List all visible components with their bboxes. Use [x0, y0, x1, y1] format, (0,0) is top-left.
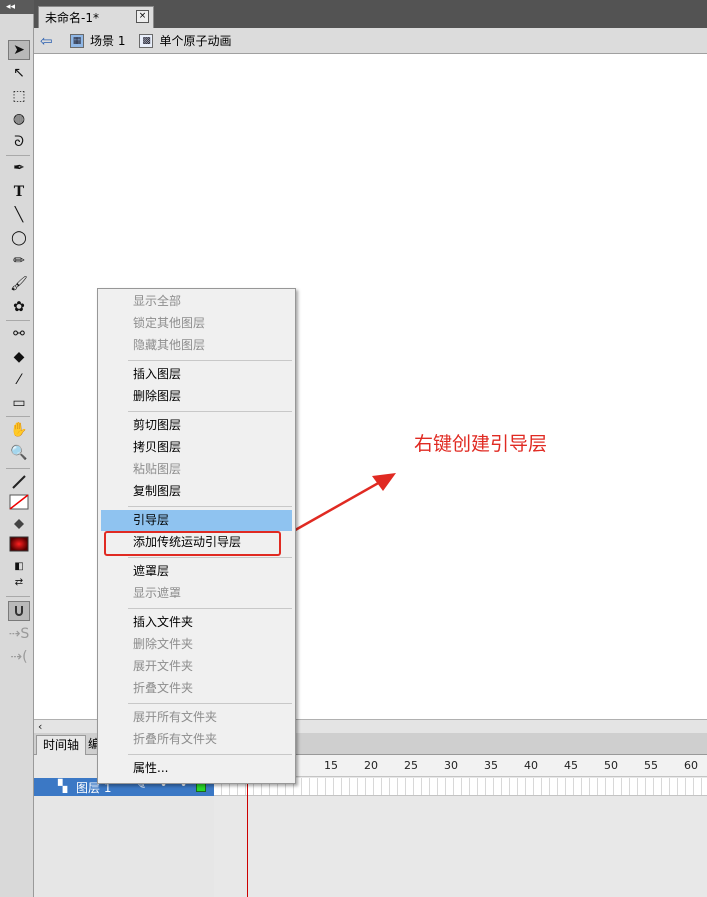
snap-magnet-icon[interactable]: [8, 601, 30, 621]
annotation-highlight-box: [104, 531, 281, 556]
ruler-tick: 45: [564, 759, 578, 772]
ruler-tick: 25: [404, 759, 418, 772]
ruler-tick: 30: [444, 759, 458, 772]
pencil-tool-icon[interactable]: ✏: [8, 251, 30, 271]
panel-collapse-grip[interactable]: ◂◂: [0, 0, 34, 14]
menu-item-show-masking[interactable]: 显示遮罩: [101, 583, 292, 604]
free-transform-tool-icon[interactable]: ⬚: [8, 86, 30, 106]
menu-separator: [128, 411, 292, 412]
pen-tool-icon[interactable]: ✒: [8, 158, 30, 178]
menu-item-insert-folder[interactable]: 插入文件夹: [101, 612, 292, 633]
3d-rotation-tool-icon[interactable]: ◍: [8, 109, 30, 129]
menu-separator: [128, 506, 292, 507]
symbol-label: 单个原子动画: [159, 34, 232, 48]
toolbar-divider: [6, 320, 30, 321]
eraser-tool-icon[interactable]: ▭: [8, 393, 30, 413]
menu-item-expand-folder[interactable]: 展开文件夹: [101, 656, 292, 677]
subselection-tool-icon[interactable]: ↖: [8, 63, 30, 83]
menu-item-duplicate-layer[interactable]: 复制图层: [101, 481, 292, 502]
menu-item-collapse-all-folders[interactable]: 折叠所有文件夹: [101, 729, 292, 750]
menu-item-properties[interactable]: 属性...: [101, 758, 292, 779]
toolbar-divider: [6, 155, 30, 156]
stroke-color-icon[interactable]: [8, 472, 30, 492]
smooth-icon: ⇢S: [8, 626, 30, 642]
no-color-swatch-icon: [9, 494, 29, 510]
ruler-tick: 55: [644, 759, 658, 772]
magnet-icon: [15, 606, 23, 616]
red-gradient-swatch-icon: [9, 536, 29, 552]
document-tab[interactable]: 未命名-1* ×: [38, 6, 154, 28]
ruler-tick: 20: [364, 759, 378, 772]
back-arrow-icon[interactable]: ⇦: [40, 32, 60, 50]
zoom-tool-icon[interactable]: 🔍: [8, 443, 30, 463]
menu-separator: [128, 703, 292, 704]
fill-bucket-icon: [14, 519, 24, 529]
ruler-tick: 15: [324, 759, 338, 772]
breadcrumb-scene[interactable]: ▦ 场景 1: [70, 32, 125, 49]
swap-colors-icon[interactable]: ⇄: [8, 572, 30, 592]
menu-item-cut-layer[interactable]: 剪切图层: [101, 415, 292, 436]
toolbar-divider: [6, 416, 30, 417]
ruler-tick: 40: [524, 759, 538, 772]
scroll-left-icon[interactable]: ‹: [38, 720, 42, 733]
document-tab-title: 未命名-1*: [45, 11, 99, 25]
menu-item-hide-others[interactable]: 隐藏其他图层: [101, 335, 292, 356]
bone-tool-icon[interactable]: ⚯: [8, 324, 30, 344]
paint-bucket-tool-icon[interactable]: ◆: [8, 347, 30, 367]
document-tab-bar: 未命名-1* ×: [34, 0, 707, 28]
ruler-tick: 60: [684, 759, 698, 772]
stroke-swatch-icon[interactable]: [8, 492, 30, 512]
selection-tool-icon[interactable]: ➤: [8, 40, 30, 60]
stroke-pencil-icon: [12, 475, 26, 489]
tools-panel: ◂◂ ➤ ↖ ⬚ ◍ ᘐ ✒ T ╲ ◯ ✏ 🖌 ✿ ⚯ ◆ ⁄ ▭ ✋ 🔍 ◧…: [0, 0, 34, 897]
menu-item-show-all[interactable]: 显示全部: [101, 291, 292, 312]
edit-bar: ⇦ ▦ 场景 1 ▩ 单个原子动画: [34, 28, 707, 54]
straighten-icon: ⇢(: [10, 649, 28, 665]
eyedropper-tool-icon[interactable]: ⁄: [8, 370, 30, 390]
oval-tool-icon[interactable]: ◯: [8, 228, 30, 248]
layer-pane: [34, 796, 214, 897]
hand-tool-icon[interactable]: ✋: [8, 420, 30, 440]
menu-item-guide[interactable]: 引导层: [101, 510, 292, 531]
movieclip-symbol-icon: ▩: [139, 33, 154, 48]
layer-icon: ▚: [58, 779, 68, 793]
ruler-tick: 35: [484, 759, 498, 772]
menu-separator: [128, 754, 292, 755]
menu-item-copy-layer[interactable]: 拷贝图层: [101, 437, 292, 458]
line-tool-icon[interactable]: ╲: [8, 205, 30, 225]
fill-color-icon[interactable]: [8, 514, 30, 534]
menu-item-insert-layer[interactable]: 插入图层: [101, 364, 292, 385]
ruler-tick: 50: [604, 759, 618, 772]
menu-separator: [128, 557, 292, 558]
menu-item-lock-others[interactable]: 锁定其他图层: [101, 313, 292, 334]
menu-item-mask[interactable]: 遮罩层: [101, 561, 292, 582]
text-tool-icon[interactable]: T: [8, 182, 30, 202]
close-icon[interactable]: ×: [136, 10, 149, 23]
menu-item-expand-all-folders[interactable]: 展开所有文件夹: [101, 707, 292, 728]
menu-item-delete-layer[interactable]: 删除图层: [101, 386, 292, 407]
scene-clapper-icon: ▦: [70, 33, 84, 48]
tab-timeline[interactable]: 时间轴: [36, 735, 86, 755]
lasso-tool-icon[interactable]: ᘐ: [8, 132, 30, 152]
menu-item-collapse-folder[interactable]: 折叠文件夹: [101, 678, 292, 699]
toolbar-divider: [6, 596, 30, 597]
toolbar-divider: [6, 468, 30, 469]
menu-separator: [128, 608, 292, 609]
brush-tool-icon[interactable]: 🖌: [8, 274, 30, 294]
menu-item-paste-layer[interactable]: 粘贴图层: [101, 459, 292, 480]
deco-tool-icon[interactable]: ✿: [8, 297, 30, 317]
fill-swatch-icon[interactable]: [8, 534, 30, 554]
menu-item-delete-folder[interactable]: 删除文件夹: [101, 634, 292, 655]
scene-label: 场景 1: [90, 34, 126, 48]
breadcrumb-symbol[interactable]: ▩ 单个原子动画: [139, 32, 231, 49]
annotation-text: 右键创建引导层: [414, 433, 548, 455]
menu-separator: [128, 360, 292, 361]
